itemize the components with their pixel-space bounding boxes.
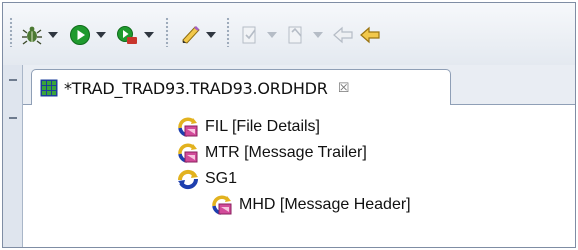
tree-item-label: MTR [Message Trailer] xyxy=(205,144,367,161)
next-annotation-button[interactable] xyxy=(239,21,261,49)
back-button[interactable] xyxy=(359,21,381,49)
segment-icon xyxy=(212,195,232,215)
next-annotation-icon xyxy=(242,26,256,44)
main-toolbar xyxy=(3,3,575,65)
run-dropdown-arrow[interactable] xyxy=(96,32,106,38)
panel-notch xyxy=(9,79,17,81)
segment-icon xyxy=(178,143,198,163)
back-arrow-disabled-icon xyxy=(333,26,353,44)
editor-tab[interactable]: *TRAD_TRAD93.TRAD93.ORDHDR ☒ xyxy=(31,69,451,106)
tree-item-mtr[interactable]: MTR [Message Trailer] xyxy=(177,140,367,166)
segment-icon xyxy=(178,117,198,137)
annotate-button[interactable] xyxy=(179,21,201,49)
toolbar-grip-3[interactable] xyxy=(226,17,230,47)
debug-dropdown-arrow[interactable] xyxy=(48,32,58,38)
editor-tab-title: *TRAD_TRAD93.TRAD93.ORDHDR xyxy=(64,78,328,98)
tree-item-label: MHD [Message Header] xyxy=(239,196,411,213)
run-button[interactable] xyxy=(69,21,91,49)
previous-annotation-dropdown-arrow[interactable] xyxy=(313,32,323,38)
external-tools-icon xyxy=(117,26,137,44)
annotate-dropdown-arrow[interactable] xyxy=(206,32,216,38)
editor-tab-bar: *TRAD_TRAD93.TRAD93.ORDHDR ☒ xyxy=(23,65,575,106)
tree-item-fil[interactable]: FIL [File Details] xyxy=(177,114,320,140)
debug-button[interactable] xyxy=(21,21,43,49)
table-grid-icon xyxy=(40,79,58,97)
tab-close-icon[interactable]: ☒ xyxy=(338,81,350,96)
external-tools-button[interactable] xyxy=(116,21,138,49)
structure-tree: FIL [File Details] MTR [Message Trailer]… xyxy=(23,105,575,247)
highlighter-pen-icon xyxy=(182,26,200,44)
run-icon xyxy=(70,25,90,45)
side-panel-edge xyxy=(3,65,23,247)
tree-item-mhd[interactable]: MHD [Message Header] xyxy=(211,192,411,218)
back-arrow-icon xyxy=(360,26,380,44)
group-loop-icon xyxy=(177,169,199,190)
tree-item-sg1[interactable]: SG1 xyxy=(177,166,237,192)
tree-item-label: SG1 xyxy=(205,170,238,187)
tree-item-label: FIL [File Details] xyxy=(205,118,320,135)
debug-bug-icon xyxy=(22,26,42,45)
app-window: *TRAD_TRAD93.TRAD93.ORDHDR ☒ FIL [File D… xyxy=(2,2,576,248)
toolbar-grip-2[interactable] xyxy=(165,17,169,47)
panel-notch xyxy=(9,117,17,119)
previous-annotation-button[interactable] xyxy=(285,21,307,49)
external-tools-dropdown-arrow[interactable] xyxy=(144,32,154,38)
back-to-last-edit-button[interactable] xyxy=(332,21,354,49)
toolbar-grip[interactable] xyxy=(9,17,13,47)
next-annotation-dropdown-arrow[interactable] xyxy=(267,32,277,38)
previous-annotation-icon xyxy=(288,26,302,44)
